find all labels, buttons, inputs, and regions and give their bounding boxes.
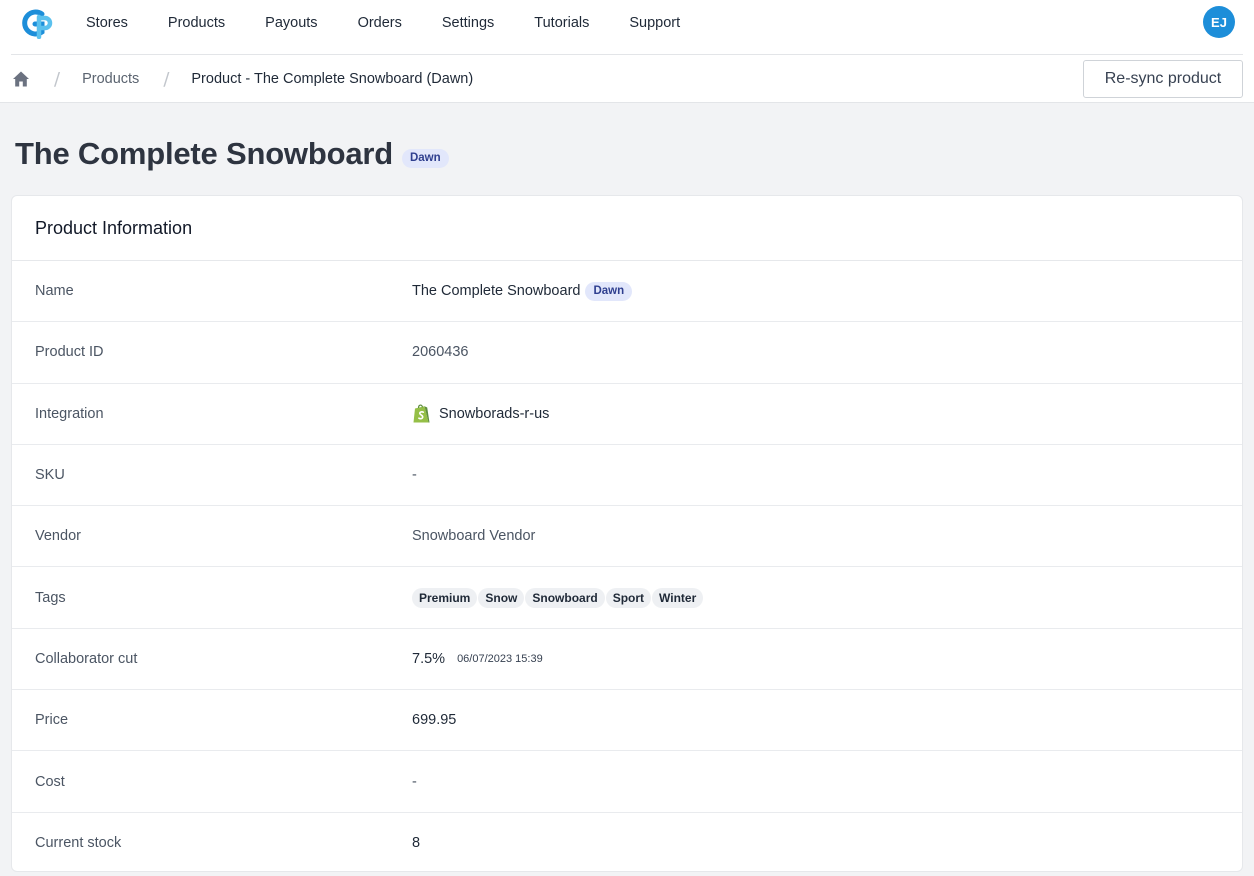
theme-badge: Dawn	[401, 148, 449, 168]
row-label: Current stock	[35, 835, 122, 852]
row-label: Price	[35, 712, 69, 729]
row-product-id: Product ID 2060436	[12, 322, 1242, 384]
nav-item-support[interactable]: Support	[609, 15, 700, 31]
nav-item-settings[interactable]: Settings	[422, 15, 514, 31]
row-integration: Integration Snowborads-r-us	[12, 384, 1242, 445]
nav-item-tutorials[interactable]: Tutorials	[514, 15, 609, 31]
row-value: Snowborads-r-us	[412, 403, 549, 424]
card-title: Product Information	[35, 217, 193, 238]
home-icon[interactable]	[12, 70, 30, 88]
row-current-stock: Current stock 8	[12, 813, 1242, 871]
theme-badge: Dawn	[585, 281, 633, 301]
row-label: Cost	[35, 773, 65, 790]
nav-item-products[interactable]: Products	[148, 15, 245, 31]
tag-list: Premium Snow Snowboard Sport Winter	[412, 587, 704, 608]
row-value: 7.5% 06/07/2023 15:39	[412, 651, 543, 667]
nav-item-orders[interactable]: Orders	[338, 15, 422, 31]
breadcrumb-separator: /	[163, 68, 170, 90]
page-title: The Complete Snowboard	[15, 136, 393, 171]
stock-value: 8	[412, 835, 421, 852]
main-menu: Stores Products Payouts Orders Settings …	[66, 0, 700, 46]
resync-product-button[interactable]: Re-sync product	[1083, 60, 1243, 98]
vendor-value: Snowboard Vendor	[412, 528, 536, 545]
row-sku: SKU -	[12, 445, 1242, 507]
product-id-value: 2060436	[412, 344, 469, 361]
card-header: Product Information	[12, 196, 1242, 261]
top-navigation: Stores Products Payouts Orders Settings …	[0, 0, 1254, 103]
row-label: Integration	[35, 405, 104, 422]
row-label: Tags	[35, 589, 66, 606]
breadcrumb-current: Product - The Complete Snowboard (Dawn)	[191, 71, 474, 87]
tag-snowboard[interactable]: Snowboard	[525, 587, 605, 608]
row-label: SKU	[35, 467, 65, 484]
breadcrumb-separator: /	[54, 68, 61, 90]
sku-value: -	[412, 467, 417, 484]
row-collaborator-cut: Collaborator cut 7.5% 06/07/2023 15:39	[12, 629, 1242, 691]
nav-item-stores[interactable]: Stores	[66, 15, 148, 31]
cost-value: -	[412, 773, 417, 790]
row-label: Collaborator cut	[35, 650, 138, 667]
collaborator-cut-date: 06/07/2023 15:39	[457, 652, 543, 665]
product-information-card: Product Information Name The Complete Sn…	[11, 195, 1243, 872]
user-avatar[interactable]: EJ	[1203, 6, 1235, 38]
product-name: The Complete Snowboard	[412, 283, 581, 300]
collaborator-cut-value: 7.5%	[412, 650, 446, 667]
row-vendor: Vendor Snowboard Vendor	[12, 506, 1242, 568]
tag-snow[interactable]: Snow	[478, 587, 525, 608]
breadcrumb: / Products / Product - The Complete Snow…	[12, 60, 473, 98]
row-tags: Tags Premium Snow Snowboard Sport Winter	[12, 567, 1242, 629]
tag-sport[interactable]: Sport	[605, 587, 652, 608]
row-cost: Cost -	[12, 751, 1242, 813]
row-label: Vendor	[35, 528, 81, 545]
row-price: Price 699.95	[12, 690, 1242, 752]
shopify-icon	[412, 403, 439, 424]
nav-item-payouts[interactable]: Payouts	[245, 15, 337, 31]
tag-premium[interactable]: Premium	[412, 587, 478, 608]
tag-winter[interactable]: Winter	[652, 587, 704, 608]
row-name: Name The Complete Snowboard Dawn	[12, 261, 1242, 323]
price-value: 699.95	[412, 712, 457, 729]
row-label: Product ID	[35, 344, 104, 361]
row-value: The Complete Snowboard Dawn	[412, 281, 633, 301]
gp-logo-icon[interactable]	[20, 7, 54, 40]
page-header: The Complete Snowboard Dawn	[15, 132, 449, 176]
integration-store-link[interactable]: Snowborads-r-us	[439, 406, 549, 422]
nav-divider	[11, 54, 1243, 55]
row-label: Name	[35, 283, 74, 300]
breadcrumb-products-link[interactable]: Products	[82, 71, 139, 87]
